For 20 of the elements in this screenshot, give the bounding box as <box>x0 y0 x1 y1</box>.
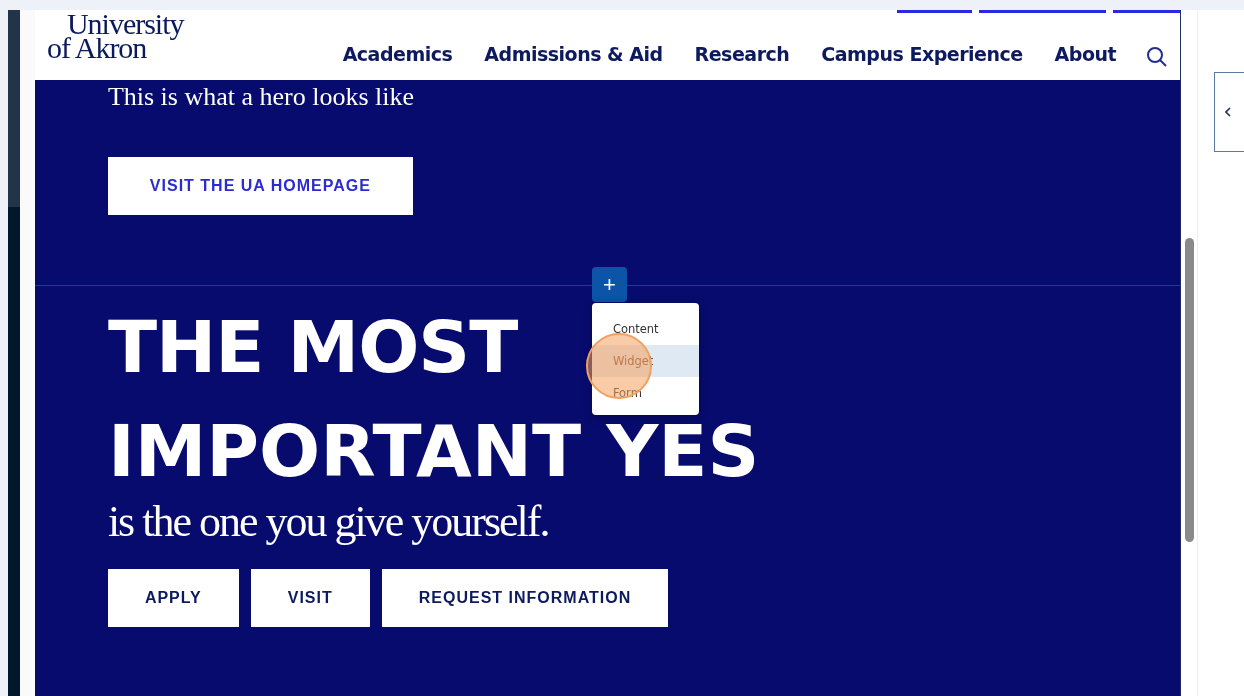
scrollbar-thumb[interactable] <box>1184 238 1194 542</box>
nav-link[interactable]: Academics <box>342 43 453 65</box>
panel-toggle-button[interactable] <box>1214 72 1244 152</box>
add-block-button[interactable]: + <box>591 267 627 302</box>
cta-button[interactable]: REQUEST INFORMATION <box>381 569 669 627</box>
headline-line: IMPORTANT YES <box>107 420 760 482</box>
homepage-button[interactable]: VISIT THE UA HOMEPAGE <box>107 157 413 215</box>
menu-item[interactable]: Content <box>591 313 699 345</box>
cta-button[interactable]: APPLY <box>107 569 239 627</box>
hero-tagline: This is what a hero looks like <box>107 82 416 112</box>
nav-link[interactable]: Research <box>694 43 790 65</box>
university-logo: University of Akron <box>46 12 184 60</box>
headline-line: THE MOST <box>107 316 518 378</box>
chevron-left-icon <box>1225 107 1231 117</box>
cta-button[interactable]: VISIT <box>250 569 370 627</box>
nav-link[interactable]: Admissions & Aid <box>484 43 663 65</box>
nav-link[interactable]: About <box>1054 43 1117 65</box>
search-icon[interactable] <box>1146 46 1169 68</box>
nav-link[interactable]: Campus Experience <box>821 43 1023 65</box>
subheadline: is the one you give yourself. <box>107 496 550 547</box>
